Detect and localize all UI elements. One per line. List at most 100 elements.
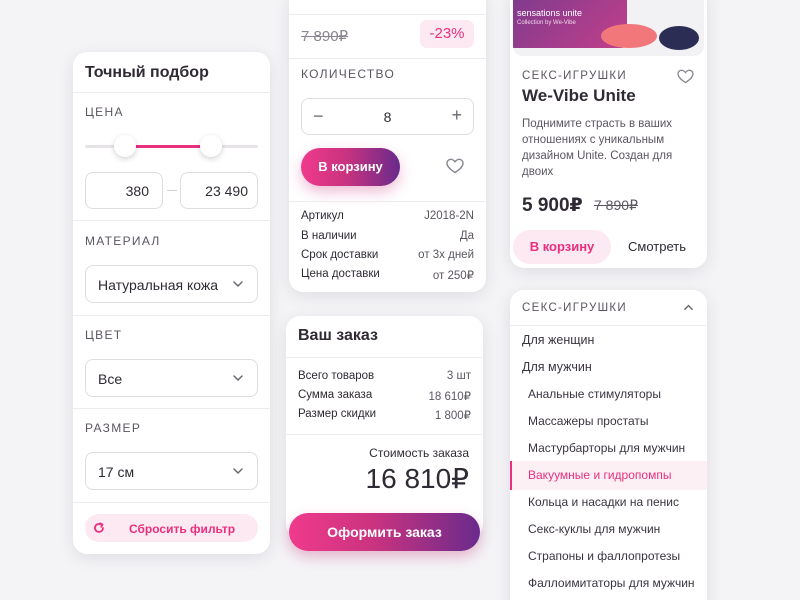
chevron-down-icon <box>233 281 243 288</box>
category-item-prostate[interactable]: Массажеры простаты <box>528 414 649 428</box>
category-item-anal[interactable]: Анальные стимуляторы <box>528 387 661 401</box>
divider <box>73 92 270 93</box>
category-item-vacuum-label: Вакуумные и гидропомпы <box>528 468 672 482</box>
price-max-value: 23 490 <box>205 183 248 199</box>
discount-badge: -23% <box>420 20 474 48</box>
price-min-value: 380 <box>125 183 149 199</box>
add-to-cart-label: В корзину <box>318 159 383 174</box>
checkout-label: Оформить заказ <box>327 524 442 540</box>
size-select[interactable]: 17 см <box>85 452 258 490</box>
add-to-cart-button[interactable]: В корзину <box>301 148 400 186</box>
category-item-strapons[interactable]: Страпоны и фаллопротезы <box>528 549 680 563</box>
category-menu-title[interactable]: СЕКС-ИГРУШКИ <box>522 302 627 314</box>
divider <box>73 408 270 409</box>
product-category: СЕКС-ИГРУШКИ <box>522 70 627 82</box>
product-add-to-cart-label: В корзину <box>529 239 595 254</box>
price-slider-range <box>125 145 211 148</box>
product-image: sensations unite Collection by We-Vibe <box>513 0 704 56</box>
active-indicator <box>510 461 512 490</box>
spec-value: от 250₽ <box>432 270 474 282</box>
order-row-key: Сумма заказа <box>298 389 373 401</box>
spec-row: В наличии Да <box>301 230 474 244</box>
total-value: 16 810₽ <box>365 463 469 494</box>
product-description: Поднимите страсть в ваших отношениях с у… <box>522 118 673 178</box>
spec-key: Срок доставки <box>301 249 379 261</box>
product-device-navy <box>659 26 699 50</box>
reset-filter-button[interactable]: Сбросить фильтр <box>85 514 258 542</box>
material-label: МАТЕРИАЛ <box>85 234 161 248</box>
product-add-to-cart-button[interactable]: В корзину <box>513 230 611 264</box>
product-card: sensations unite Collection by We-Vibe С… <box>510 0 707 268</box>
order-row-key: Размер скидки <box>298 408 377 420</box>
product-device-coral <box>601 24 657 48</box>
price-label: ЦЕНА <box>85 105 124 119</box>
order-row: Размер скидки 1 800₽ <box>298 408 471 422</box>
reset-icon <box>94 522 104 533</box>
product-detail-card: 7 890₽ -23% КОЛИЧЕСТВО − 8 + В корзину А… <box>289 0 486 292</box>
order-row-key: Всего товаров <box>298 370 375 382</box>
category-item-men[interactable]: Для мужчин <box>522 360 592 374</box>
spec-key: Артикул <box>301 210 344 222</box>
color-value: Все <box>98 371 123 387</box>
range-dash <box>167 190 177 191</box>
divider <box>286 434 483 435</box>
spec-key: В наличии <box>301 230 357 242</box>
product-price: 5 900₽ <box>522 195 583 216</box>
spec-row: Срок доставки от 3х дней <box>301 249 474 263</box>
category-item-masturbators[interactable]: Мастурбарторы для мужчин <box>528 441 685 455</box>
product-old-price: 7 890₽ <box>594 197 638 213</box>
chevron-up-icon[interactable] <box>682 301 695 314</box>
quantity-label: КОЛИЧЕСТВО <box>301 67 396 81</box>
image-subtext: Collection by We-Vibe <box>517 20 576 26</box>
divider <box>289 14 486 15</box>
color-select[interactable]: Все <box>85 359 258 397</box>
reset-filter-label: Сбросить фильтр <box>129 522 236 536</box>
spec-row: Цена доставки от 250₽ <box>301 268 474 282</box>
color-label: ЦВЕТ <box>85 328 123 342</box>
image-text: sensations unite <box>517 8 583 18</box>
price-max-input[interactable]: 23 490 <box>180 172 258 209</box>
category-menu-card: СЕКС-ИГРУШКИ Для женщин Для мужчин Аналь… <box>510 290 707 600</box>
spec-value: J2018-2N <box>424 210 474 222</box>
price-slider-min-handle[interactable] <box>114 135 136 157</box>
total-label: Стоимость заказа <box>369 446 469 460</box>
category-item-rings[interactable]: Кольца и насадки на пенис <box>528 495 679 509</box>
order-row-value: 18 610₽ <box>428 391 472 403</box>
divider <box>289 58 486 59</box>
divider <box>73 220 270 221</box>
chevron-down-icon <box>233 375 243 382</box>
category-item-women[interactable]: Для женщин <box>522 333 594 347</box>
size-value: 17 см <box>98 464 135 480</box>
order-row: Всего товаров 3 шт <box>298 370 471 384</box>
quantity-stepper: − 8 + <box>301 98 474 135</box>
material-value: Натуральная кожа <box>98 277 219 293</box>
old-price: 7 890₽ <box>301 28 349 45</box>
heart-icon[interactable] <box>446 158 464 174</box>
divider <box>510 325 707 326</box>
view-button[interactable]: Смотреть <box>628 239 686 254</box>
quantity-value[interactable]: 8 <box>302 109 473 125</box>
heart-icon[interactable] <box>677 69 694 84</box>
price-min-input[interactable]: 380 <box>85 172 163 209</box>
category-item-vacuum-active[interactable]: Вакуумные и гидропомпы <box>510 461 707 490</box>
product-name[interactable]: We-Vibe Unite <box>522 86 636 106</box>
order-row-value: 3 шт <box>446 370 471 382</box>
order-title: Ваш заказ <box>298 327 378 344</box>
order-card: Ваш заказ Всего товаров 3 шт Сумма заказа… <box>286 316 483 538</box>
spec-row: Артикул J2018-2N <box>301 210 474 224</box>
plus-icon[interactable]: + <box>451 105 462 126</box>
category-item-dolls[interactable]: Секс-куклы для мужчин <box>528 522 660 536</box>
spec-key: Цена доставки <box>301 268 380 280</box>
divider <box>289 201 486 202</box>
checkout-button[interactable]: Оформить заказ <box>289 513 480 551</box>
material-select[interactable]: Натуральная кожа <box>85 265 258 303</box>
divider <box>73 315 270 316</box>
filter-card: Точный подбор ЦЕНА 380 23 490 МАТЕРИАЛ Н… <box>73 52 270 554</box>
price-slider-max-handle[interactable] <box>200 135 222 157</box>
spec-value: от 3х дней <box>418 249 474 261</box>
spec-value: Да <box>459 230 474 242</box>
category-item-dildos[interactable]: Фаллоимитаторы для мужчин <box>528 576 695 590</box>
size-label: РАЗМЕР <box>85 421 142 435</box>
order-row-value: 1 800₽ <box>434 410 471 422</box>
divider <box>73 502 270 503</box>
